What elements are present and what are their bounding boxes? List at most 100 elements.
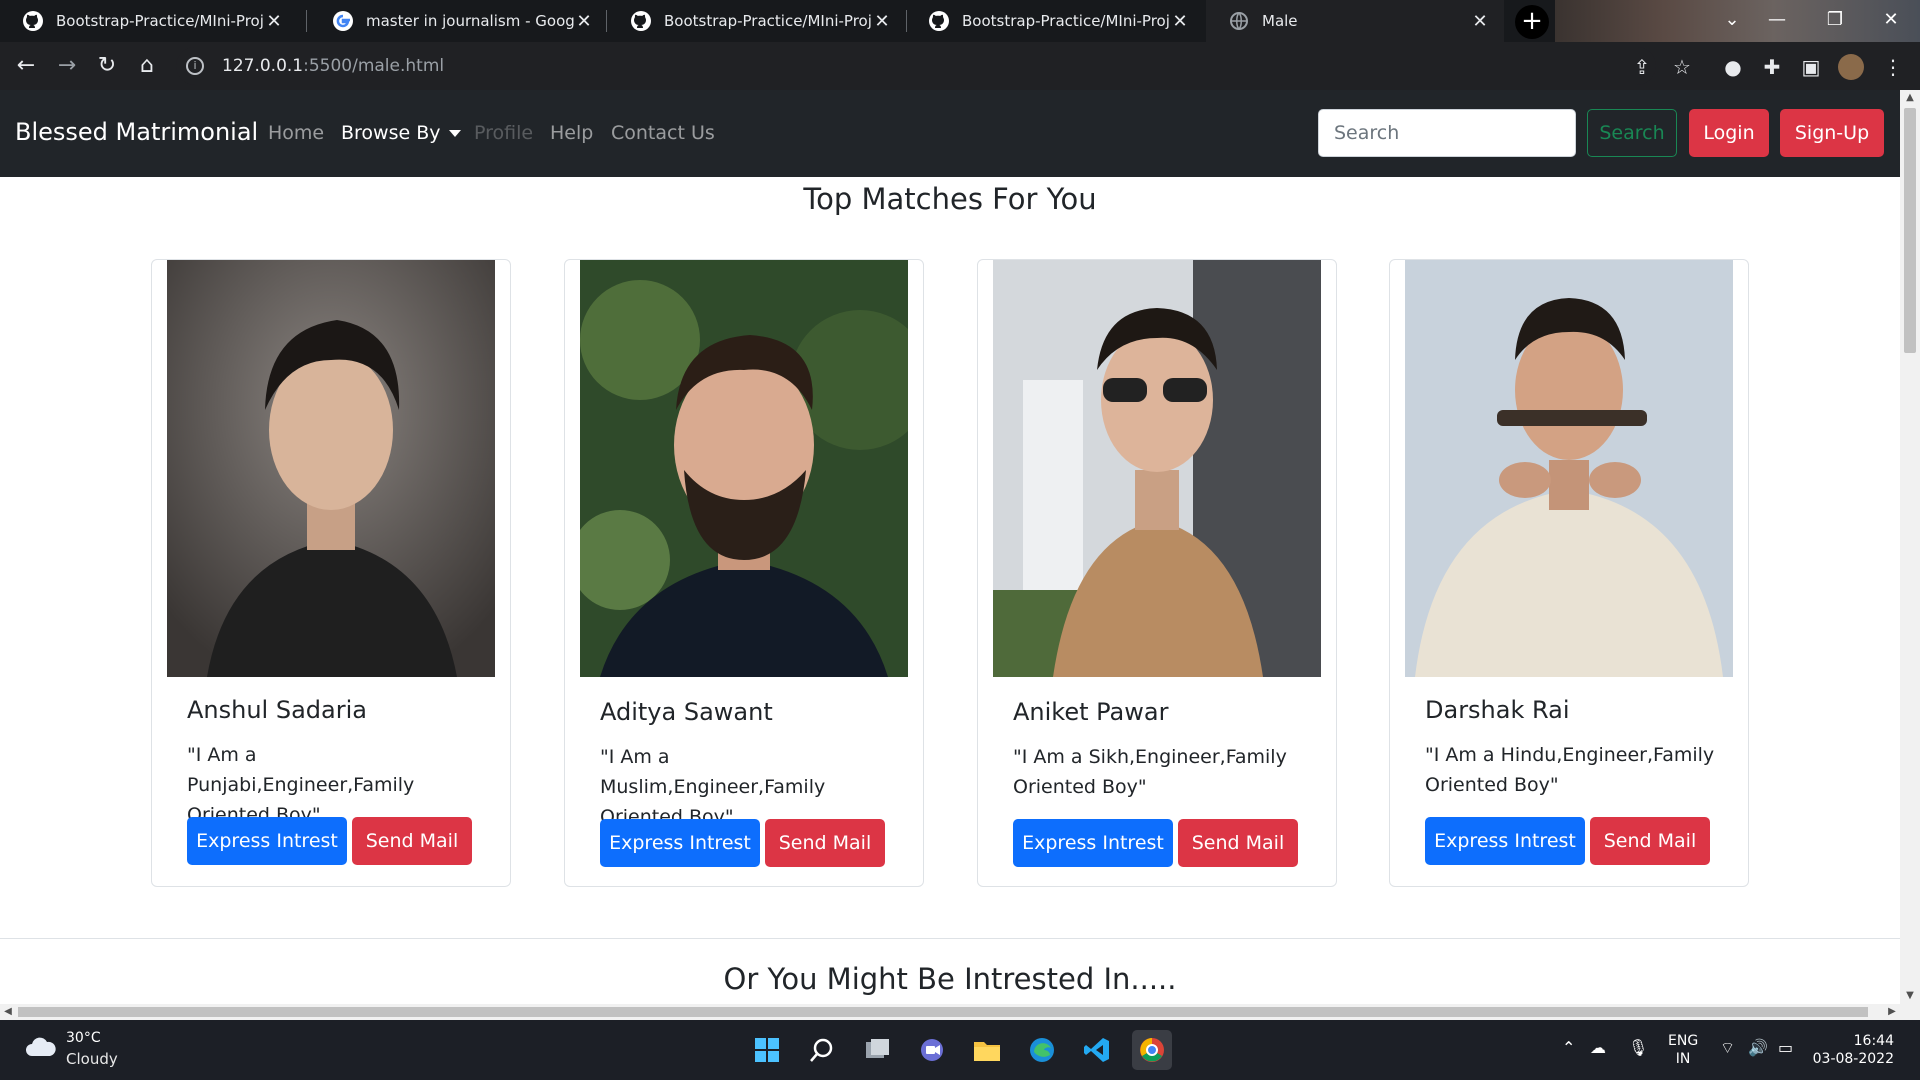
bookmark-star-icon[interactable]: ☆: [1669, 54, 1695, 80]
info-icon[interactable]: i: [186, 57, 204, 75]
brand-logo[interactable]: Blessed Matrimonial: [15, 118, 258, 146]
wifi-icon[interactable]: ⌔: [1720, 1038, 1735, 1058]
share-icon[interactable]: ⇪: [1629, 54, 1655, 80]
browser-tab[interactable]: Bootstrap-Practice/MIni-Project_ ✕: [906, 0, 1204, 42]
page-title: Top Matches For You: [803, 182, 1097, 216]
express-interest-button[interactable]: Express Intrest: [187, 817, 347, 865]
file-explorer-icon[interactable]: [967, 1030, 1007, 1070]
side-panel-icon[interactable]: ▣: [1798, 54, 1824, 80]
nav-profile[interactable]: Profile: [474, 122, 533, 144]
tab-separator: [306, 10, 307, 32]
profile-photo: [580, 260, 908, 677]
close-icon[interactable]: ✕: [872, 11, 892, 32]
nav-browse-by[interactable]: Browse By: [341, 122, 461, 144]
windows-taskbar: 30°C Cloudy ⌃ ☁ 🎙 ENG IN ⌔ 🔊 ▭ 16:44 03-…: [0, 1020, 1920, 1080]
nav-home[interactable]: Home: [268, 122, 324, 144]
microphone-icon[interactable]: 🎙: [1628, 1038, 1648, 1057]
restore-icon[interactable]: ❐: [1806, 0, 1864, 42]
nav-help[interactable]: Help: [550, 122, 593, 144]
browser-tab[interactable]: Bootstrap-Practice/MIni-Project_ ✕: [608, 0, 906, 42]
profile-card: Aditya Sawant "I Am a Muslim,Engineer,Fa…: [564, 259, 924, 887]
tab-title: master in journalism - Google Se: [366, 12, 574, 30]
edge-icon[interactable]: [1022, 1030, 1062, 1070]
chrome-icon[interactable]: [1132, 1030, 1172, 1070]
express-interest-button[interactable]: Express Intrest: [1425, 817, 1585, 865]
search-icon[interactable]: [802, 1030, 842, 1070]
battery-icon[interactable]: ▭: [1778, 1038, 1793, 1057]
tab-title: Bootstrap-Practice/MIni-Project_: [664, 12, 872, 30]
address-bar[interactable]: i 127.0.0.1:5500/male.html: [176, 47, 1656, 85]
vertical-scrollbar[interactable]: ▲ ▼: [1900, 90, 1920, 1020]
search-input[interactable]: [1318, 109, 1576, 157]
profile-card: Anshul Sadaria "I Am a Punjabi,Engineer,…: [151, 259, 511, 887]
nav-contact-us[interactable]: Contact Us: [611, 122, 715, 144]
task-view-icon[interactable]: [857, 1030, 897, 1070]
site-navbar: Blessed Matrimonial Home Browse By Profi…: [0, 90, 1900, 177]
clock-time: 16:44: [1853, 1033, 1894, 1049]
profile-name: Aditya Sawant: [600, 698, 773, 726]
tab-title: Bootstrap-Practice/MIni-Project_: [56, 12, 264, 30]
weather-temperature[interactable]: 30°C: [66, 1030, 101, 1046]
profile-photo: [167, 260, 495, 677]
clock-date: 03-08-2022: [1812, 1051, 1894, 1067]
windows-start-icon[interactable]: [747, 1030, 787, 1070]
scrollbar-thumb[interactable]: [18, 1007, 1868, 1017]
reload-icon[interactable]: ↻: [91, 50, 123, 82]
scroll-up-icon[interactable]: ▲: [1900, 90, 1920, 106]
new-tab-button[interactable]: +: [1515, 5, 1549, 39]
close-icon[interactable]: ✕: [1470, 11, 1490, 32]
send-mail-button[interactable]: Send Mail: [765, 819, 885, 867]
tab-title: Male: [1262, 12, 1298, 30]
portrait-image: [580, 260, 908, 677]
system-clock[interactable]: 16:44 03-08-2022: [1812, 1032, 1894, 1068]
signup-button[interactable]: Sign-Up: [1780, 109, 1884, 157]
vscode-icon[interactable]: [1077, 1030, 1117, 1070]
puzzle-extensions-icon[interactable]: ✚: [1759, 54, 1785, 80]
globe-icon: [1230, 12, 1248, 30]
volume-icon[interactable]: 🔊: [1748, 1038, 1768, 1057]
menu-dots-icon[interactable]: ⋮: [1880, 54, 1906, 80]
profile-avatar[interactable]: [1838, 54, 1864, 80]
login-button[interactable]: Login: [1689, 109, 1769, 157]
section-divider: [0, 938, 1900, 939]
extension-icon[interactable]: ●: [1720, 54, 1746, 80]
send-mail-button[interactable]: Send Mail: [1590, 817, 1710, 865]
teams-chat-icon[interactable]: [912, 1030, 952, 1070]
weather-condition[interactable]: Cloudy: [66, 1050, 118, 1068]
minimize-icon[interactable]: —: [1748, 0, 1806, 42]
send-mail-button[interactable]: Send Mail: [352, 817, 472, 865]
cloud-icon[interactable]: [24, 1036, 58, 1058]
close-window-icon[interactable]: ✕: [1862, 0, 1920, 42]
send-mail-button[interactable]: Send Mail: [1178, 819, 1298, 867]
profile-photo: [993, 260, 1321, 677]
close-icon[interactable]: ✕: [1170, 11, 1190, 32]
scroll-down-icon[interactable]: ▼: [1900, 988, 1920, 1004]
chevron-up-icon[interactable]: ⌃: [1562, 1038, 1575, 1057]
github-icon: [23, 11, 43, 31]
tab-separator: [606, 10, 607, 32]
scroll-left-icon[interactable]: ◀: [0, 1004, 16, 1020]
onedrive-icon[interactable]: ☁: [1590, 1038, 1606, 1057]
profile-name: Anshul Sadaria: [187, 696, 367, 724]
section-subtitle: Or You Might Be Intrested In.....: [723, 962, 1177, 996]
express-interest-button[interactable]: Express Intrest: [1013, 819, 1173, 867]
browser-tab-strip: Bootstrap-Practice/MIni-Project_ ✕ maste…: [0, 0, 1920, 42]
back-icon[interactable]: ←: [10, 50, 42, 82]
express-interest-button[interactable]: Express Intrest: [600, 819, 760, 867]
portrait-image: [1405, 260, 1733, 677]
browser-tab[interactable]: Bootstrap-Practice/MIni-Project_ ✕: [0, 0, 298, 42]
language-code: ENG: [1668, 1033, 1699, 1049]
search-button[interactable]: Search: [1587, 109, 1677, 157]
home-icon[interactable]: ⌂: [131, 50, 163, 82]
close-icon[interactable]: ✕: [264, 11, 284, 32]
close-icon[interactable]: ✕: [574, 11, 594, 32]
google-icon: [333, 11, 353, 31]
scrollbar-thumb[interactable]: [1904, 108, 1916, 353]
profile-name: Aniket Pawar: [1013, 698, 1169, 726]
browser-tab-active[interactable]: Male ✕: [1206, 0, 1504, 42]
browser-tab[interactable]: master in journalism - Google Se ✕: [310, 0, 608, 42]
language-indicator[interactable]: ENG IN: [1668, 1032, 1698, 1068]
horizontal-scrollbar[interactable]: ◀ ▶: [0, 1004, 1900, 1020]
scroll-right-icon[interactable]: ▶: [1884, 1004, 1900, 1020]
forward-icon[interactable]: →: [51, 50, 83, 82]
